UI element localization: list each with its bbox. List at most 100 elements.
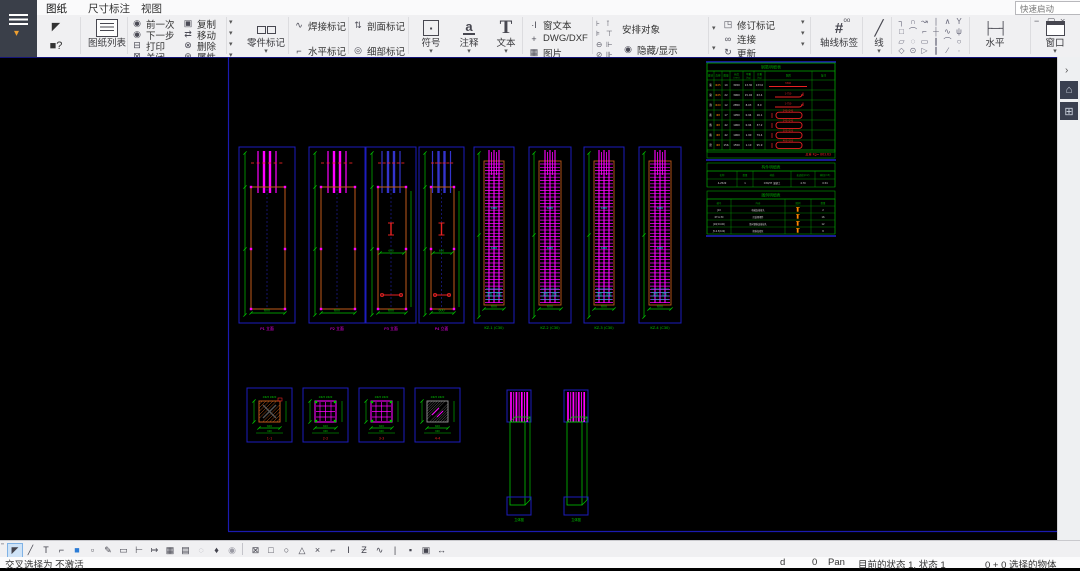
link-button[interactable]: ∞连接 bbox=[722, 33, 784, 44]
text-button[interactable]: T文本▾ bbox=[489, 17, 523, 55]
sketch-tool-icon[interactable]: ∥ bbox=[931, 37, 942, 47]
weld-mark-button[interactable]: ∿焊接标记 bbox=[293, 20, 351, 31]
column-elevation-drawing[interactable]: 6Φ86Φ8600KZ-3 (C30) bbox=[584, 147, 624, 330]
inquire-object-button[interactable]: ■? bbox=[46, 37, 66, 55]
snap-geometry-button[interactable]: □ bbox=[263, 543, 279, 558]
column-elevation-drawing[interactable]: 6Φ86Φ8600KZ-4 (C30) bbox=[639, 147, 681, 330]
drawing-list-button[interactable]: 图纸列表 bbox=[84, 17, 130, 49]
sketch-tool-icon[interactable]: ∿ bbox=[942, 27, 953, 37]
chevron-down-icon[interactable]: ▾ bbox=[801, 29, 805, 37]
window-select-button[interactable]: ▭ bbox=[116, 543, 132, 558]
sketch-tool-icon[interactable]: ∧ bbox=[942, 17, 953, 27]
note-button[interactable]: a注释▾ bbox=[452, 17, 486, 55]
text-tool-button[interactable]: T bbox=[38, 543, 54, 558]
rebar-schedule-table[interactable]: 钢筋明细表级别直径数量长度(mm)单重(kg)总重(kg)图形备注①Φ25103… bbox=[706, 62, 836, 236]
sketch-tool-icon[interactable]: ▱ bbox=[896, 37, 907, 47]
snap-midpoint-button[interactable]: △ bbox=[294, 543, 310, 558]
chevron-down-icon[interactable]: ▾ bbox=[801, 40, 805, 48]
symbol-button[interactable]: ▪符号▾ bbox=[414, 17, 448, 55]
column-elevation-drawing[interactable]: 6Φ86Φ8600KZ-1 (C30) bbox=[474, 147, 514, 330]
chevron-down-icon[interactable]: ▾ bbox=[229, 18, 233, 26]
status-pan[interactable]: Pan bbox=[828, 557, 845, 568]
column-elevation-drawing[interactable]: 600P1 立面 bbox=[239, 147, 295, 331]
app-menu-button[interactable]: ▾ bbox=[0, 0, 37, 57]
snap-reference-button[interactable]: ⊠ bbox=[248, 543, 264, 558]
column-elevation-drawing[interactable]: 6Φ86Φ8600KZ-2 (C30) bbox=[529, 147, 571, 330]
sketch-tool-icon[interactable]: Υ bbox=[954, 17, 965, 27]
pick-tool-button[interactable]: ✎ bbox=[100, 543, 116, 558]
sketch-tool-icon[interactable]: ψ bbox=[954, 27, 965, 37]
grid-edit-button[interactable]: ▤ bbox=[178, 543, 194, 558]
toolbar-grip[interactable] bbox=[1, 543, 4, 555]
horizontal-button[interactable]: ├─┤水平 bbox=[975, 17, 1015, 49]
chevron-down-icon[interactable]: ▾ bbox=[229, 29, 233, 37]
status-phase[interactable]: 目前的状态 1, 状态 1 bbox=[858, 557, 946, 571]
sketch-tool-icon[interactable]: ○ bbox=[954, 37, 965, 47]
sketch-tool-icon[interactable]: ▭ bbox=[919, 37, 930, 47]
snap-free-button[interactable]: ▪ bbox=[403, 543, 419, 558]
sketch-tool-icon[interactable]: ⊙ bbox=[908, 46, 919, 56]
component-catalog-button[interactable]: ⌂ bbox=[1060, 81, 1078, 99]
snap-divider-button[interactable]: | bbox=[387, 543, 403, 558]
column-elevation-drawing[interactable]: 600P2 立面 bbox=[309, 147, 365, 331]
window-text-button[interactable]: ·I窗文本 bbox=[528, 19, 588, 30]
snap-center-button[interactable]: ○ bbox=[279, 543, 295, 558]
section-detail-drawing[interactable]: 2Φ25 2Φ206006003-3 bbox=[359, 388, 404, 442]
snap-perpendicular-button[interactable]: ⌐ bbox=[325, 543, 341, 558]
section-detail-drawing[interactable]: 2Φ25 2Φ206006001-1 bbox=[247, 388, 292, 442]
sketch-tool-icon[interactable]: ∣ bbox=[931, 17, 942, 27]
column-elevation-drawing[interactable]: 600600P3 立面 bbox=[366, 147, 416, 331]
column-3d-view[interactable]: 立体图 bbox=[564, 390, 588, 522]
snap-override-button[interactable]: ↦ bbox=[147, 543, 163, 558]
sketch-tool-icon[interactable]: ∙ bbox=[954, 46, 965, 56]
ortho-toggle-button[interactable]: ⊢ bbox=[131, 543, 147, 558]
panel-expand-button[interactable]: › bbox=[1065, 65, 1068, 76]
sketch-tool-icon[interactable]: ┐ bbox=[896, 17, 907, 27]
grid-label-button[interactable]: #轴线标签 bbox=[815, 17, 863, 49]
sketch-tool-icon[interactable]: ┼ bbox=[931, 27, 942, 37]
select-cursor-button[interactable]: ◤ bbox=[46, 17, 66, 35]
level-tool-button[interactable]: ⌐ bbox=[54, 543, 70, 558]
dwg-dxf-button[interactable]: +DWG/DXF bbox=[528, 33, 588, 44]
column-3d-view[interactable]: 立体图 bbox=[507, 390, 531, 522]
sketch-tool-icon[interactable]: ↝ bbox=[919, 17, 930, 27]
zoom-tool-button[interactable]: ◌ bbox=[193, 543, 209, 558]
drawing-viewport[interactable]: 600P1 立面600P2 立面600600P3 立面600600P4 立面6Φ… bbox=[0, 57, 1058, 540]
chevron-down-icon[interactable]: ▾ bbox=[712, 24, 716, 32]
panel-layout-button[interactable]: ⊞ bbox=[1060, 102, 1078, 120]
section-mark-button[interactable]: ⇅剖面标记 bbox=[352, 20, 410, 31]
sketch-tool-icon[interactable]: ◌ bbox=[908, 37, 919, 47]
sketch-tool-icon[interactable]: ∕ bbox=[942, 46, 953, 56]
chevron-down-icon[interactable]: ▾ bbox=[229, 40, 233, 48]
settings-gear-button[interactable]: ◉ bbox=[224, 543, 240, 558]
window-button[interactable]: 窗口▾ bbox=[1036, 17, 1074, 55]
revision-mark-button[interactable]: ◳修订标记 bbox=[722, 19, 784, 30]
quick-launch-search[interactable] bbox=[1015, 1, 1080, 15]
snap-intersection-button[interactable]: × bbox=[310, 543, 326, 558]
chevron-down-icon[interactable]: ▾ bbox=[801, 18, 805, 26]
select-pointer-button[interactable]: ◤ bbox=[7, 543, 23, 558]
arrange-objects-button[interactable]: 安排对象 bbox=[622, 23, 660, 34]
sketch-tool-icon[interactable]: ⌒ bbox=[908, 27, 919, 37]
chevron-down-icon[interactable]: ▾ bbox=[712, 44, 716, 52]
area-tool-button[interactable]: ▫ bbox=[85, 543, 101, 558]
snap-any-button[interactable]: ∿ bbox=[372, 543, 388, 558]
detail-mark-button[interactable]: ◎细部标记 bbox=[352, 45, 410, 56]
pin-tool-button[interactable]: ♦ bbox=[209, 543, 225, 558]
tab-dimension[interactable]: 尺寸标注 bbox=[82, 0, 136, 15]
sketch-tool-icon[interactable]: ◇ bbox=[896, 46, 907, 56]
snap-nearest-button[interactable]: Ƶ bbox=[356, 543, 372, 558]
sketch-tool-icon[interactable]: ⌒ bbox=[942, 37, 953, 47]
search-input[interactable] bbox=[1018, 2, 1080, 15]
sketch-tool-icon[interactable]: ⌐ bbox=[919, 27, 930, 37]
section-detail-drawing[interactable]: 2Φ25 2Φ206006004-4 bbox=[415, 388, 460, 442]
grid-snap-button[interactable]: ▦ bbox=[162, 543, 178, 558]
tab-view[interactable]: 视图 bbox=[135, 0, 168, 15]
snap-line-button[interactable]: Ⅰ bbox=[341, 543, 357, 558]
sketch-tool-icon[interactable]: ∩ bbox=[908, 17, 919, 27]
drawing-canvas[interactable]: 600P1 立面600P2 立面600600P3 立面600600P4 立面6Φ… bbox=[0, 57, 1058, 540]
color-swatch-button[interactable]: ■ bbox=[69, 543, 85, 558]
status-d[interactable]: d bbox=[780, 557, 785, 568]
snap-extension-button[interactable]: ↔ bbox=[434, 543, 450, 558]
level-mark-button[interactable]: ⌐水平标记 bbox=[293, 45, 351, 56]
